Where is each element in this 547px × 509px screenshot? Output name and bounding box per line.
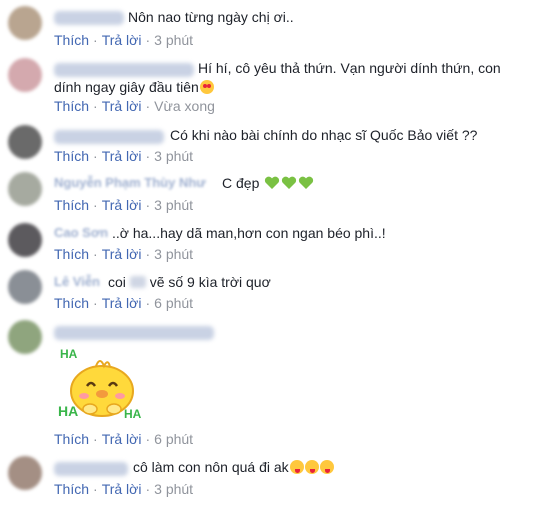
like-link[interactable]: Thích [54,431,89,447]
comment-text: Có khi nào bài chính do nhạc sĩ Quốc Bảo… [170,127,478,143]
comment-actions: Thích · Trả lời · 3 phút [54,197,194,213]
sticker-text: HA [60,347,78,361]
commenter-name[interactable] [54,11,124,25]
comment-text-line1: Hí hí, cô yêu thả thứn. Vạn người dính t… [198,60,501,76]
avatar[interactable] [8,58,42,92]
reply-link[interactable]: Trả lời [102,197,142,213]
reply-link[interactable]: Trả lời [102,98,142,114]
comment-actions: Thích · Trả lời · 3 phút [54,148,194,164]
commenter-name[interactable]: Cao Sơn [54,222,108,244]
comment-text: C đẹp [222,172,314,194]
reply-link[interactable]: Trả lời [102,246,142,262]
heart-eyes-emoji [199,80,214,94]
commenter-name[interactable] [54,326,214,340]
like-link[interactable]: Thích [54,32,89,48]
commenter-name[interactable] [54,462,128,476]
reply-link[interactable]: Trả lời [102,295,142,311]
like-link[interactable]: Thích [54,98,89,114]
comment-actions: Thích · Trả lời · Vừa xong [54,98,215,114]
timestamp[interactable]: Vừa xong [154,98,215,114]
tongue-wink-emoji [319,460,334,474]
tongue-wink-emoji [289,460,304,474]
comment-text: cô làm con nôn quá đi ak [133,456,334,478]
reply-link[interactable]: Trả lời [102,481,142,497]
like-link[interactable]: Thích [54,197,89,213]
like-link[interactable]: Thích [54,295,89,311]
avatar[interactable] [8,6,42,40]
sticker-text: HA [124,407,142,421]
comment-text: coi vẽ số 9 kìa trời quơ [108,274,271,290]
reply-link[interactable]: Trả lời [102,431,142,447]
haha-chick-sticker[interactable]: HA HA HA [54,344,150,424]
avatar[interactable] [8,456,42,490]
tagged-name[interactable] [129,276,146,288]
comment-actions: Thích · Trả lời · 3 phút [54,246,194,262]
commenter-name[interactable] [54,63,194,77]
avatar[interactable] [8,223,42,257]
comment-actions: Thích · Trả lời · 3 phút [54,481,194,497]
timestamp[interactable]: 3 phút [154,197,193,213]
green-heart-emoji [282,176,297,189]
commenter-name[interactable]: Nguyễn Phạm Thùy Như [54,172,206,194]
comment-text: Nôn nao từng ngày chị ơi.. [128,9,294,25]
comment-actions: Thích · Trả lời · 6 phút [54,431,194,447]
like-link[interactable]: Thích [54,481,89,497]
comment-text-line2: dính ngay giây đầu tiên [54,76,214,98]
comment-actions: Thích · Trả lời · 6 phút [54,295,194,311]
reply-link[interactable]: Trả lời [102,148,142,164]
sticker-text: HA [58,403,78,419]
timestamp[interactable]: 3 phút [154,32,193,48]
like-link[interactable]: Thích [54,148,89,164]
timestamp[interactable]: 3 phút [154,246,193,262]
avatar[interactable] [8,125,42,159]
commenter-name[interactable]: Lê Viễn [54,271,100,293]
avatar[interactable] [8,172,42,206]
commenter-name[interactable] [54,130,164,144]
like-link[interactable]: Thích [54,246,89,262]
avatar[interactable] [8,320,42,354]
comment-actions: Thích · Trả lời · 3 phút [54,32,194,48]
green-heart-emoji [299,176,314,189]
timestamp[interactable]: 6 phút [154,431,193,447]
tongue-wink-emoji [304,460,319,474]
timestamp[interactable]: 6 phút [154,295,193,311]
reply-link[interactable]: Trả lời [102,32,142,48]
green-heart-emoji [265,176,280,189]
avatar[interactable] [8,270,42,304]
comment-text: ..ờ ha...hay dã man,hơn con ngan béo phì… [112,225,386,241]
timestamp[interactable]: 3 phút [154,148,193,164]
timestamp[interactable]: 3 phút [154,481,193,497]
